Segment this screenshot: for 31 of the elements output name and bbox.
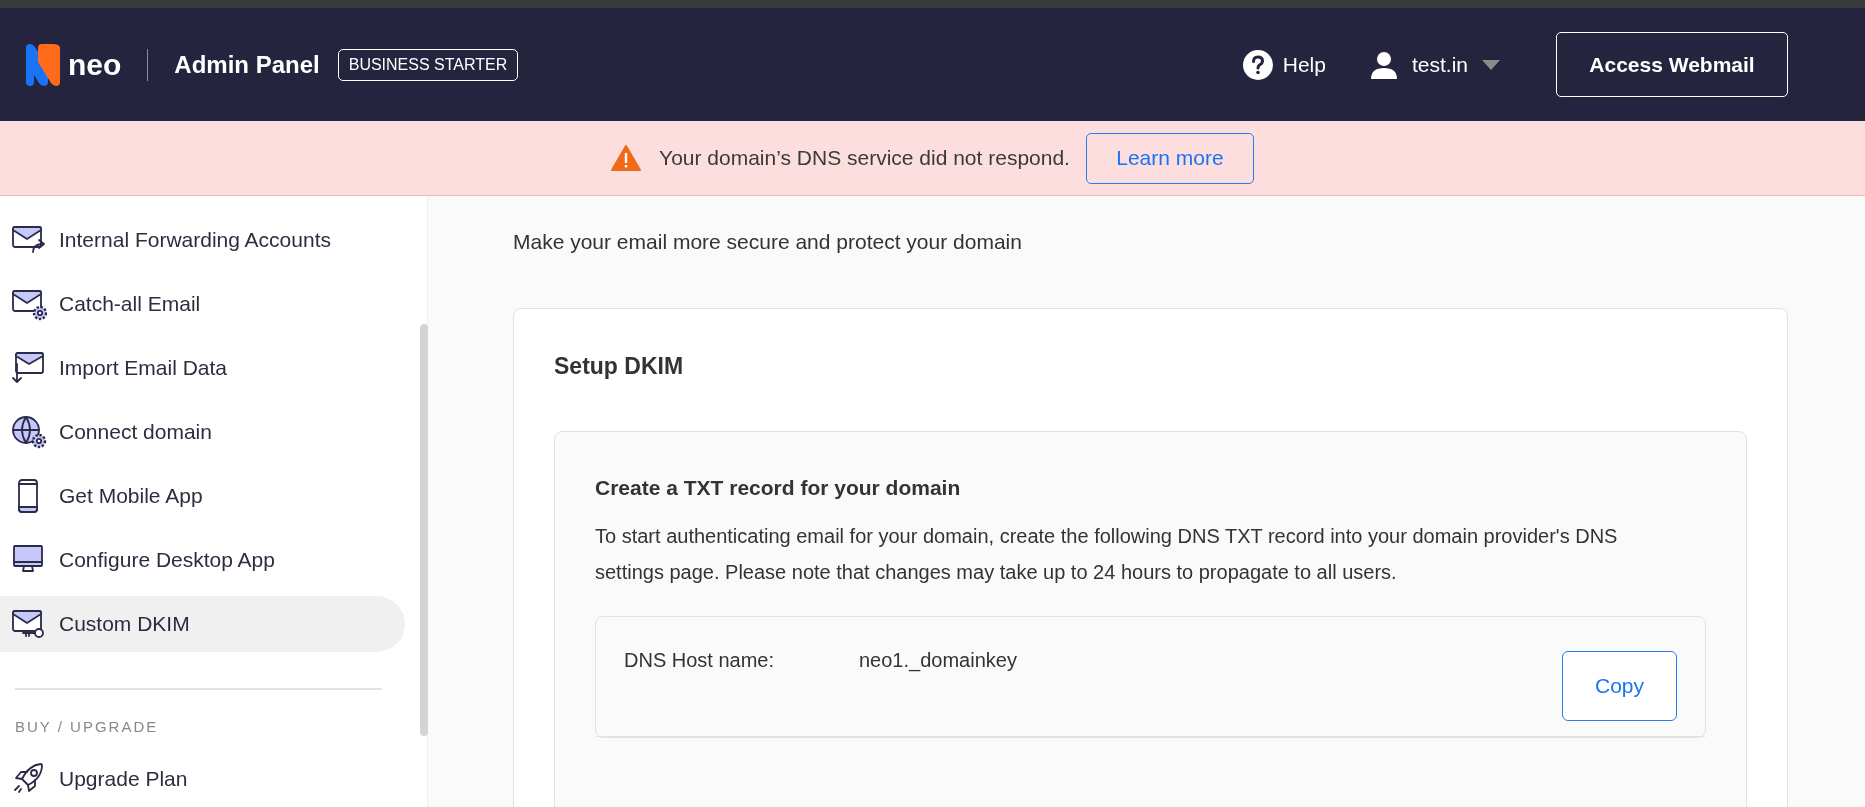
sidebar-item[interactable]: Configure Desktop App [0, 532, 405, 588]
section-heading: BUY / UPGRADE [15, 717, 160, 737]
app-title: Admin Panel [174, 49, 320, 80]
account-menu[interactable]: test.in [1369, 48, 1500, 81]
field-value: neo1._domainkey [859, 647, 1018, 674]
help-icon [1242, 49, 1273, 80]
user-icon [1369, 50, 1398, 79]
sidebar-item[interactable]: Connect domain [0, 404, 405, 460]
plan-badge: BUSINESS STARTER [337, 48, 519, 81]
logo-text: neo [68, 47, 122, 83]
warning-icon [611, 145, 642, 171]
card-title: Setup DKIM [554, 351, 685, 381]
field-label: DNS Host name: [624, 647, 776, 673]
banner-message: Your domain’s DNS service did not respond. [659, 145, 1070, 172]
mail-download-icon [11, 350, 47, 386]
sidebar-item[interactable]: Import Email Data [0, 340, 405, 396]
record-heading: Create a TXT record for your domain [595, 475, 962, 501]
sidebar-item[interactable]: Custom DKIM [0, 596, 405, 652]
globe-gear-icon [11, 414, 47, 450]
sidebar-item[interactable]: Upgrade Plan [0, 750, 405, 807]
sidebar-item[interactable]: Internal Forwarding Accounts [0, 212, 405, 268]
neo-logo-icon [24, 41, 62, 88]
record-instructions: To start authenticating email for your domain, create the following DNS TXT record into your domain provider's DNS settings page. Please note that changes may take up to 24 hours to propagate to all users. [595, 523, 1619, 585]
scrollbar[interactable] [420, 324, 428, 736]
access-webmail-button[interactable]: Access Webmail [1556, 32, 1788, 97]
copy-button[interactable]: Copy [1562, 650, 1677, 721]
caret-icon [1482, 59, 1500, 70]
help-link[interactable]: Help [1242, 48, 1326, 81]
sidebar-item[interactable]: Get Mobile App [0, 468, 405, 524]
sidebar-item[interactable]: Catch-all Email [0, 276, 405, 332]
page-subtitle: Make your email more secure and protect your domain [513, 229, 1023, 255]
